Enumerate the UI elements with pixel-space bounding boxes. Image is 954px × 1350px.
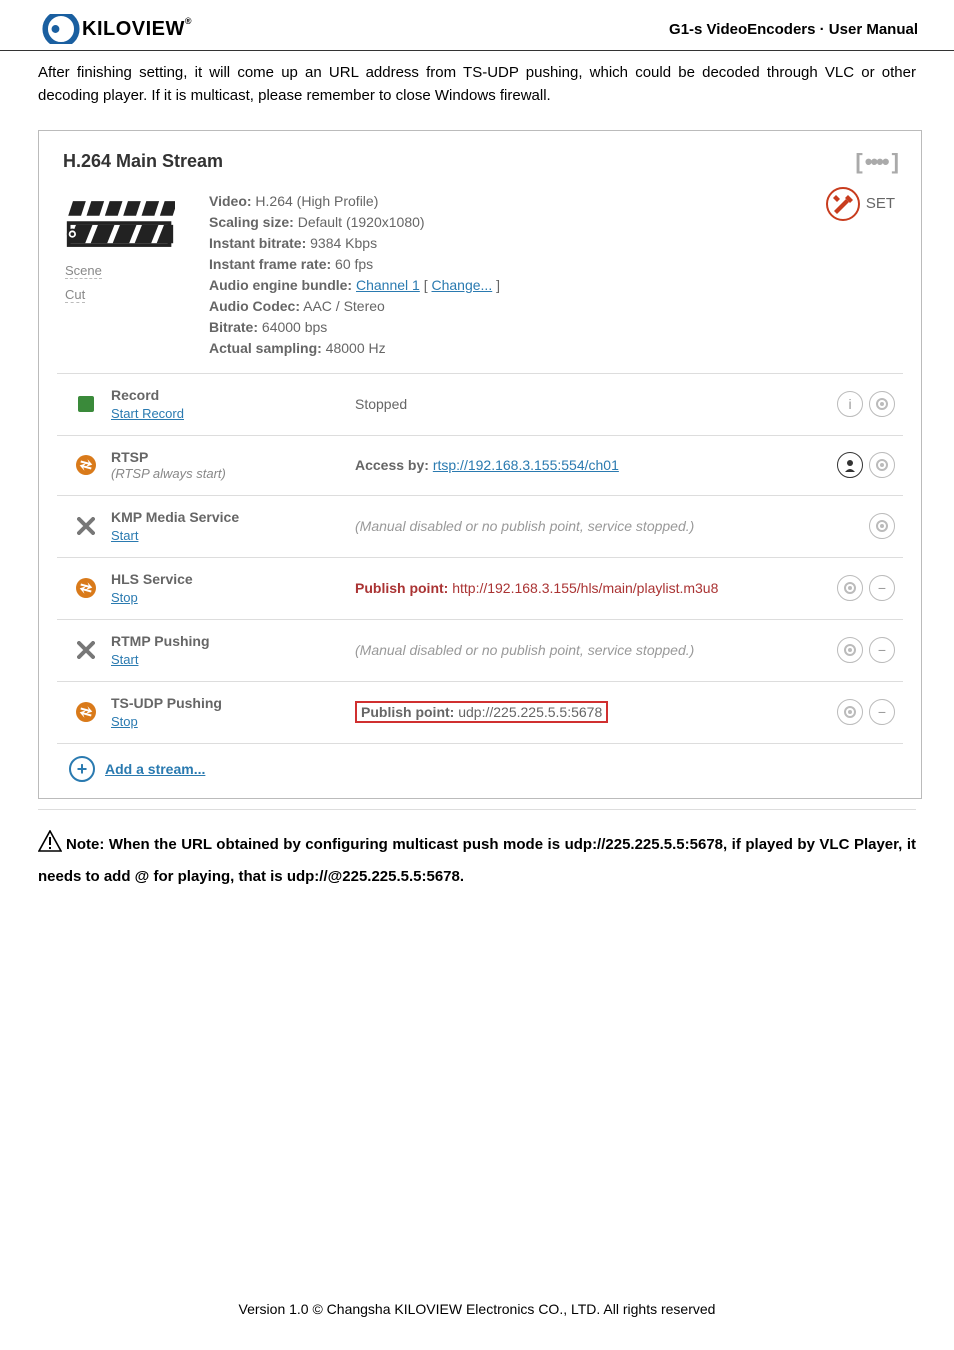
page-header: KILOVIEW® G1-s VideoEncoders · User Manu… [0, 0, 954, 51]
intro-text: After finishing setting, it will come up… [0, 51, 954, 118]
user-icon[interactable] [837, 452, 863, 478]
encoder-info-text: Video: H.264 (High Profile) Scaling size… [209, 191, 500, 359]
disabled-x-icon [75, 639, 97, 661]
record-title: Record [111, 386, 341, 404]
cut-label: Cut [65, 287, 85, 303]
panel-header: H.264 Main Stream [ •••• ] [57, 149, 903, 177]
active-arrows-icon [75, 701, 97, 723]
gear-icon[interactable] [837, 699, 863, 725]
minus-icon[interactable]: − [869, 699, 895, 725]
encoder-info-row: Scene Cut Video: H.264 (High Profile) Sc… [57, 177, 903, 374]
rtsp-url-link[interactable]: rtsp://192.168.3.155:554/ch01 [433, 457, 619, 473]
row-hls: HLS Service Stop Publish point: http://1… [57, 558, 903, 620]
note-text: Note: When the URL obtained by configuri… [0, 810, 954, 902]
row-rtmp: RTMP Pushing Start (Manual disabled or n… [57, 620, 903, 682]
scene-label: Scene [65, 263, 102, 279]
panel-menu-icon[interactable]: [ •••• ] [855, 149, 897, 175]
set-button[interactable]: SET [826, 187, 895, 221]
tsudp-title: TS-UDP Pushing [111, 694, 341, 712]
stop-square-icon [75, 393, 97, 415]
stream-panel: H.264 Main Stream [ •••• ] [38, 130, 922, 799]
info-icon[interactable]: i [837, 391, 863, 417]
audio-change-link[interactable]: Change... [432, 277, 493, 293]
brand-text: KILOVIEW® [82, 18, 192, 41]
logo-icon [42, 14, 80, 44]
gear-icon[interactable] [869, 452, 895, 478]
active-arrows-icon [75, 454, 97, 476]
gear-icon[interactable] [837, 575, 863, 601]
add-stream-link: Add a stream... [105, 761, 205, 777]
disabled-x-icon [75, 515, 97, 537]
film-icon [65, 197, 175, 255]
start-record-link[interactable]: Start Record [111, 406, 184, 421]
rtmp-status: (Manual disabled or no publish point, se… [355, 642, 694, 658]
row-kmp: KMP Media Service Start (Manual disabled… [57, 496, 903, 558]
tools-icon [826, 187, 860, 221]
minus-icon[interactable]: − [869, 575, 895, 601]
row-record: Record Start Record Stopped i [57, 374, 903, 436]
film-block: Scene Cut [65, 197, 175, 303]
kmp-start-link[interactable]: Start [111, 528, 138, 543]
brand-logo: KILOVIEW® [42, 14, 192, 44]
audio-channel-link[interactable]: Channel 1 [356, 277, 420, 293]
rtmp-start-link[interactable]: Start [111, 652, 138, 667]
minus-icon[interactable]: − [869, 637, 895, 663]
plus-icon: + [69, 756, 95, 782]
page-footer: Version 1.0 © Changsha KILOVIEW Electron… [0, 901, 954, 1337]
header-title: G1-s VideoEncoders · User Manual [669, 21, 918, 38]
hls-title: HLS Service [111, 570, 341, 588]
kmp-title: KMP Media Service [111, 508, 341, 526]
row-rtsp: RTSP (RTSP always start) Access by: rtsp… [57, 436, 903, 496]
row-tsudp: TS-UDP Pushing Stop Publish point: udp:/… [57, 682, 903, 744]
rtsp-sub: (RTSP always start) [111, 466, 341, 483]
hls-value: Publish point: http://192.168.3.155/hls/… [355, 580, 823, 596]
tsudp-stop-link[interactable]: Stop [111, 714, 138, 729]
gear-icon[interactable] [869, 391, 895, 417]
record-status: Stopped [355, 396, 823, 412]
rtsp-value: Access by: rtsp://192.168.3.155:554/ch01 [355, 457, 823, 473]
add-stream-row[interactable]: + Add a stream... [57, 744, 903, 784]
active-arrows-icon [75, 577, 97, 599]
tsudp-value: Publish point: udp://225.225.5.5:5678 [355, 704, 823, 720]
panel-title: H.264 Main Stream [63, 151, 223, 172]
gear-icon[interactable] [869, 513, 895, 539]
hls-stop-link[interactable]: Stop [111, 590, 138, 605]
rtmp-title: RTMP Pushing [111, 632, 341, 650]
warning-icon [38, 830, 62, 862]
kmp-status: (Manual disabled or no publish point, se… [355, 518, 694, 534]
gear-icon[interactable] [837, 637, 863, 663]
rtsp-title: RTSP [111, 448, 341, 466]
